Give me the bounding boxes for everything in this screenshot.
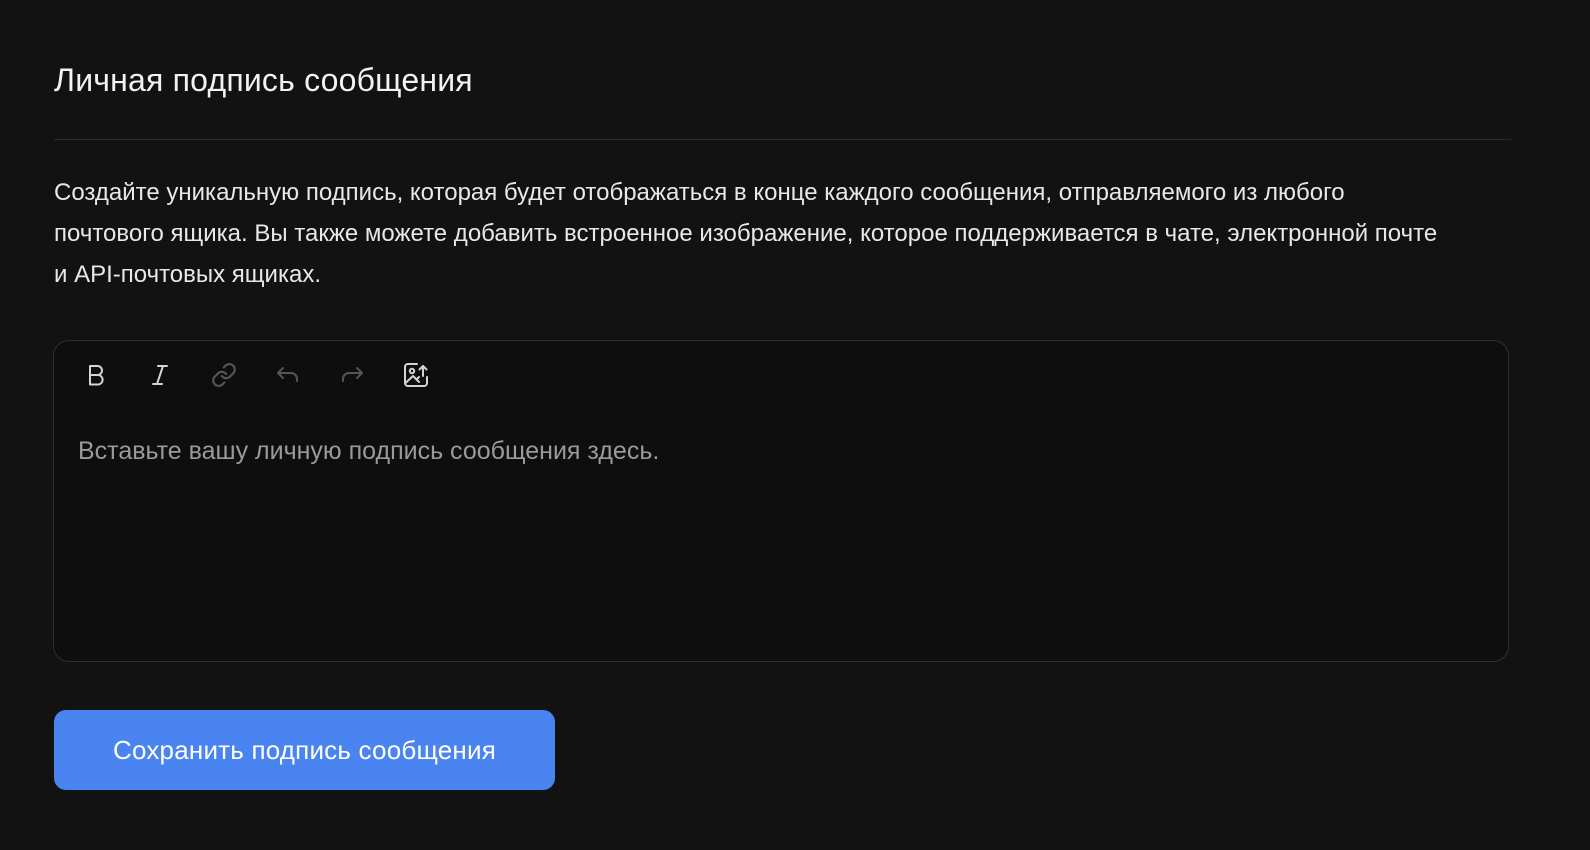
signature-editor: Вставьте вашу личную подпись сообщения з…: [53, 340, 1509, 662]
editor-toolbar: [76, 355, 460, 395]
bold-button[interactable]: [76, 355, 116, 395]
description-text: Создайте уникальную подпись, которая буд…: [54, 179, 1438, 288]
header-divider: [54, 139, 1511, 140]
save-signature-button[interactable]: Сохранить подпись сообщения: [54, 710, 555, 790]
image-upload-icon: [402, 361, 430, 389]
undo-icon: [275, 364, 301, 386]
undo-button[interactable]: [268, 355, 308, 395]
insert-image-button[interactable]: [396, 355, 436, 395]
signature-settings-page: Личная подпись сообщения Создайте уникал…: [0, 0, 1590, 850]
signature-input[interactable]: Вставьте вашу личную подпись сообщения з…: [78, 433, 1484, 641]
signature-placeholder: Вставьте вашу личную подпись сообщения з…: [78, 437, 660, 465]
bold-icon: [85, 363, 107, 387]
link-button[interactable]: [204, 355, 244, 395]
redo-icon: [339, 364, 365, 386]
italic-icon: [149, 363, 171, 387]
redo-button[interactable]: [332, 355, 372, 395]
link-icon: [211, 362, 237, 388]
italic-button[interactable]: [140, 355, 180, 395]
page-title: Личная подпись сообщения: [54, 62, 473, 98]
